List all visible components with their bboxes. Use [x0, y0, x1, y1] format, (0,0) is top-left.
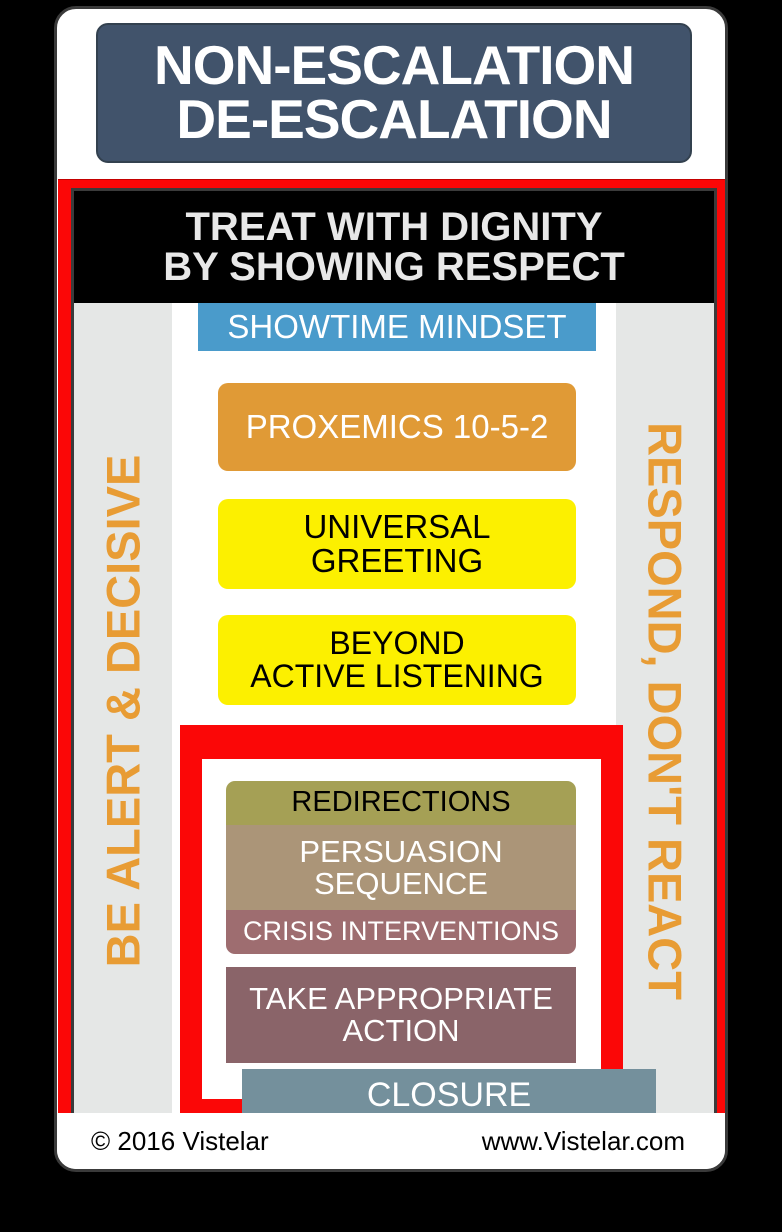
step-redirections-label: REDIRECTIONS [291, 786, 511, 819]
red-inner-frame: REDIRECTIONS PERSUASION SEQUENCE CRISIS … [180, 725, 623, 1117]
step-redirections[interactable]: REDIRECTIONS [226, 781, 576, 825]
poster-title: NON-ESCALATION DE-ESCALATION [96, 23, 692, 163]
step-showtime-label: SHOWTIME MINDSET [227, 308, 567, 346]
right-rail: RESPOND, DON'T REACT [616, 303, 714, 1117]
poster-card: NON-ESCALATION DE-ESCALATION TREAT WITH … [54, 6, 728, 1172]
step-persuasion-line-2: SEQUENCE [314, 865, 488, 901]
step-persuasion-line-1: PERSUASION [299, 833, 503, 869]
step-crisis-interventions[interactable]: CRISIS INTERVENTIONS [226, 910, 576, 954]
step-action-line-1: TAKE APPROPRIATE [249, 981, 553, 1017]
red-inner-frame-panel: REDIRECTIONS PERSUASION SEQUENCE CRISIS … [202, 759, 601, 1099]
left-rail-label: BE ALERT & DECISIVE [96, 454, 150, 968]
steps-column: SHOWTIME MINDSET PROXEMICS 10-5-2 UNIVER… [172, 303, 623, 1117]
left-rail: BE ALERT & DECISIVE [74, 303, 172, 1117]
title-line-2: DE-ESCALATION [176, 88, 612, 150]
step-universal-greeting[interactable]: UNIVERSAL GREETING [218, 499, 576, 589]
title-line-1: NON-ESCALATION [154, 34, 635, 97]
red-frame-inner-panel: TREAT WITH DIGNITY BY SHOWING RESPECT BE… [71, 188, 717, 1120]
step-proxemics[interactable]: PROXEMICS 10-5-2 [218, 383, 576, 471]
banner-line-1: TREAT WITH DIGNITY [185, 205, 603, 249]
step-listening-line-1: BEYOND [329, 625, 465, 662]
step-crisis-label: CRISIS INTERVENTIONS [242, 916, 560, 947]
banner-line-2: BY SHOWING RESPECT [163, 245, 625, 289]
right-rail-label: RESPOND, DON'T REACT [638, 422, 692, 1000]
poster-footer: © 2016 Vistelar www.Vistelar.com [57, 1113, 725, 1169]
step-proxemics-label: PROXEMICS 10-5-2 [245, 408, 549, 446]
copyright-text: © 2016 Vistelar [91, 1125, 269, 1156]
step-closure-label: CLOSURE [366, 1075, 532, 1114]
dignity-banner: TREAT WITH DIGNITY BY SHOWING RESPECT [74, 191, 714, 303]
step-greeting-label: UNIVERSAL GREETING [303, 508, 491, 579]
step-action-line-2: ACTION [342, 1013, 460, 1048]
website-text: www.Vistelar.com [481, 1125, 685, 1156]
red-outer-frame: TREAT WITH DIGNITY BY SHOWING RESPECT BE… [58, 179, 725, 1120]
diagram-body: BE ALERT & DECISIVE RESPOND, DON'T REACT… [74, 303, 714, 1117]
step-take-appropriate-action[interactable]: TAKE APPROPRIATE ACTION [226, 967, 576, 1063]
step-beyond-active-listening[interactable]: BEYOND ACTIVE LISTENING [218, 615, 576, 705]
step-showtime-mindset[interactable]: SHOWTIME MINDSET [198, 303, 596, 351]
intervention-stack: REDIRECTIONS PERSUASION SEQUENCE CRISIS … [226, 781, 576, 954]
step-persuasion-sequence[interactable]: PERSUASION SEQUENCE [226, 825, 576, 910]
step-listening-line-2: ACTIVE LISTENING [250, 658, 544, 694]
